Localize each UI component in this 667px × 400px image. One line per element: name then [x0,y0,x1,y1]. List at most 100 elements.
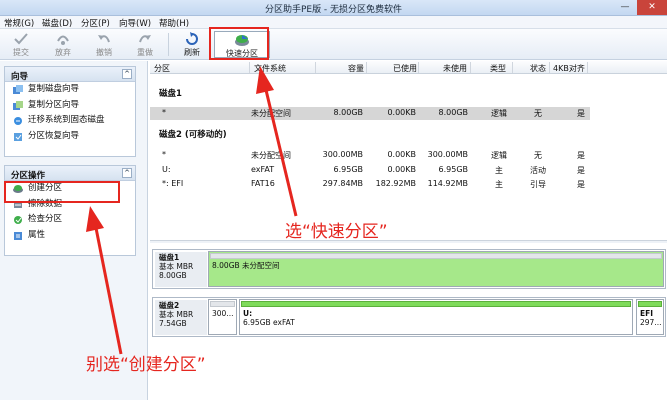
disk2-u-partition[interactable]: U: 6.95GB exFAT [239,299,633,335]
create-partition-highlight [4,181,120,203]
usage-bar [638,301,662,307]
table-row[interactable]: * 未分配空间 8.00GB 0.00KB 8.00GB 逻辑 无 是 [150,107,590,120]
disk1-type: 基本 MBR [159,262,194,271]
undo-label: 撤销 [96,48,112,57]
partition-ops-panel-title: 分区操作 [11,171,46,181]
sidebar-item-check-partition[interactable]: 检查分区 [5,212,135,228]
column-divider [249,62,250,73]
redo-label: 重做 [137,48,153,57]
sidebar-item-migrate-os[interactable]: 迁移系统到固态磁盘 [5,113,135,129]
usage-bar [210,253,662,259]
cell-used: 0.00KB [387,150,416,159]
col-partition[interactable]: 分区 [154,63,170,74]
col-status[interactable]: 状态 [530,63,546,74]
cell-filesystem: 未分配空间 [251,109,291,118]
discard-label: 放弃 [55,48,71,57]
menu-help[interactable]: 帮助(H) [159,17,189,29]
table-row[interactable]: U: exFAT 6.95GB 0.00KB 6.95GB 主 活动 是 [150,164,590,177]
disk2-unallocated-partition[interactable]: 300... [208,299,237,335]
col-type[interactable]: 类型 [490,63,506,74]
redo-icon [139,35,151,43]
collapse-wizard-icon[interactable]: ^ [122,69,132,79]
menu-disk[interactable]: 磁盘(D) [42,17,72,29]
table-row[interactable]: * 未分配空间 300.00MB 0.00KB 300.00MB 逻辑 无 是 [150,149,590,162]
cell-status: 无 [534,109,542,118]
column-divider [366,62,367,73]
disk2-size: 7.54GB [159,319,187,328]
column-divider [315,62,316,73]
toolbar: 提交 放弃 撤销 重做 刷新 快速分区 [0,29,667,60]
disk1-unallocated-partition[interactable]: 8.00GB 未分配空间 [208,251,664,287]
minimize-button[interactable]: — [614,0,636,15]
undo-icon [98,35,110,43]
discard-icon [57,35,69,45]
cell-type: 主 [495,180,503,189]
disk1-map[interactable]: 磁盘1 基本 MBR 8.00GB 8.00GB 未分配空间 [152,249,666,289]
column-divider [549,62,550,73]
properties-icon [14,231,22,240]
cell-partition: * [162,108,166,117]
cell-4k-align: 是 [577,151,585,160]
cell-status: 无 [534,151,542,160]
partition-recovery-icon [14,132,22,141]
disk1-group-label: 磁盘1 [159,89,182,99]
sidebar-item-partition-recovery[interactable]: 分区恢复向导 [5,129,135,145]
copy-partition-icon [13,100,23,110]
partition-detail: 6.95GB exFAT [243,318,295,327]
wizard-panel: 向导 ^ 复制磁盘向导 复制分区向导 迁移系统到固态磁盘 分区恢复向导 [4,66,136,157]
undo-button[interactable]: 撤销 [89,31,119,58]
refresh-button[interactable]: 刷新 [177,31,207,58]
cell-free: 300.00MB [427,150,468,159]
quick-partition-hint: 选“快速分区” [285,222,388,242]
col-free[interactable]: 未使用 [443,63,467,74]
collapse-partition-ops-icon[interactable]: ^ [122,168,132,178]
disk2-efi-partition[interactable]: EFI 297... [636,299,664,335]
sidebar-item-copy-disk[interactable]: 复制磁盘向导 [5,82,135,98]
partition-ops-panel-header: 分区操作 ^ [5,166,135,181]
disk2-type: 基本 MBR [159,310,194,319]
col-4k-align[interactable]: 4KB对齐 [553,63,585,74]
cell-partition: U: [162,165,171,174]
pane-splitter[interactable] [150,240,667,243]
table-header: 分区 文件系统 容量 已使用 未使用 类型 状态 4KB对齐 [150,61,667,74]
cell-used: 0.00KB [387,108,416,117]
menu-partition[interactable]: 分区(P) [81,17,110,29]
partition-label: EFI [640,309,654,318]
sidebar-item-label: 复制分区向导 [28,99,80,110]
col-used[interactable]: 已使用 [393,63,417,74]
partition-table: 分区 文件系统 容量 已使用 未使用 类型 状态 4KB对齐 磁盘1 * 未分配… [150,61,667,400]
column-divider [418,62,419,73]
sidebar-item-label: 复制磁盘向导 [28,84,80,94]
usage-bar [241,301,631,307]
cell-capacity: 6.95GB [333,165,364,174]
sidebar-item-properties[interactable]: 属性 [5,228,135,244]
cell-type: 主 [495,166,503,175]
cell-capacity: 297.84MB [322,179,363,188]
quick-partition-highlight [209,27,269,60]
col-capacity[interactable]: 容量 [348,63,364,74]
cell-free: 6.95GB [438,165,469,174]
commit-button[interactable]: 提交 [6,31,36,58]
column-divider [470,62,471,73]
column-divider [587,62,588,73]
table-row[interactable]: *: EFI FAT16 297.84MB 182.92MB 114.92MB … [150,178,590,191]
disk2-map[interactable]: 磁盘2 基本 MBR 7.54GB 300... U: 6.95GB exFAT… [152,297,666,337]
cell-type: 逻辑 [491,109,507,118]
menu-general[interactable]: 常规(G) [4,17,34,29]
col-filesystem[interactable]: 文件系统 [254,63,286,74]
disk2-group-label: 磁盘2 (可移动的) [159,130,227,140]
cell-type: 逻辑 [491,151,507,160]
wizard-panel-header: 向导 ^ [5,67,135,82]
usage-bar [210,301,235,307]
copy-disk-icon [13,85,23,94]
menu-wizard[interactable]: 向导(W) [119,17,151,29]
redo-button[interactable]: 重做 [130,31,160,58]
close-button[interactable]: ✕ [637,0,667,15]
cell-free: 8.00GB [438,108,469,117]
migrate-os-icon [14,117,22,125]
sidebar-item-copy-partition[interactable]: 复制分区向导 [5,98,135,114]
partition-ops-panel: 分区操作 ^ 创建分区 擦除数据 检查分区 属性 [4,165,136,256]
partition-detail: 8.00GB 未分配空间 [212,261,280,270]
disk2-name: 磁盘2 [159,301,180,310]
discard-button[interactable]: 放弃 [48,31,78,58]
